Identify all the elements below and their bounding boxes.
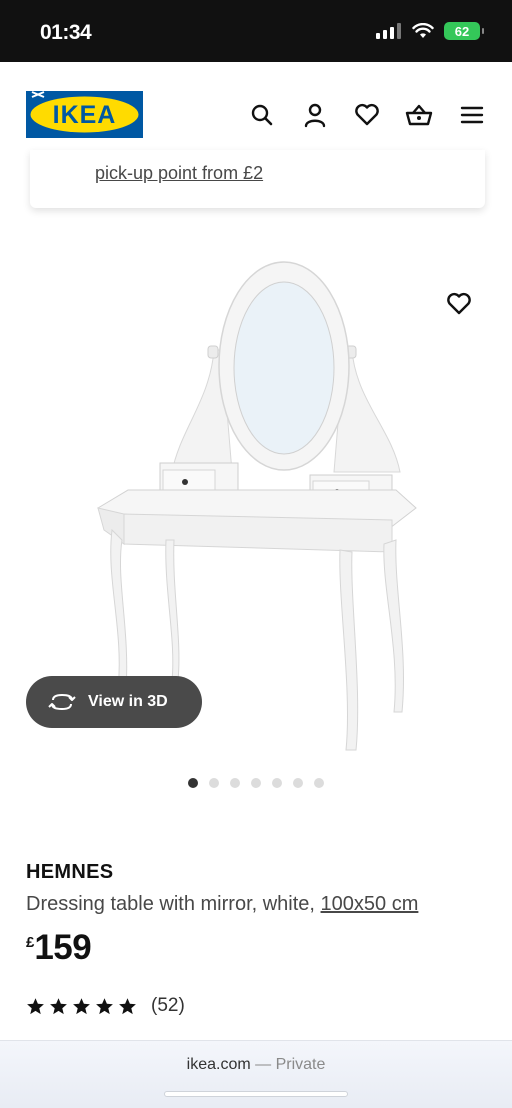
browser-address-bar[interactable]: ikea.com — Private (0, 1040, 512, 1108)
price-currency: £ (26, 934, 35, 951)
pagination-dot[interactable] (293, 778, 303, 788)
view-in-3d-button[interactable]: View in 3D (26, 676, 202, 728)
price-value: 159 (34, 928, 92, 967)
star-icon (50, 997, 67, 1014)
browser-separator: — (250, 1056, 276, 1073)
signal-icon (376, 23, 401, 39)
search-icon[interactable] (245, 98, 279, 132)
rating-stars (26, 997, 137, 1016)
status-icons: 62 (376, 22, 484, 40)
browser-private-label: Private (275, 1056, 326, 1073)
product-description-text: Dressing table with mirror, white, (26, 893, 321, 915)
pagination-dot[interactable] (272, 778, 282, 788)
pagination-dot[interactable] (209, 778, 219, 788)
menu-icon[interactable] (455, 98, 489, 132)
star-icon (96, 997, 113, 1014)
favourite-heart-icon[interactable] (442, 287, 476, 321)
pickup-point-link[interactable]: pick-up point from £2 (95, 163, 263, 184)
product-size-link[interactable]: 100x50 cm (321, 893, 419, 915)
pagination-dot[interactable] (314, 778, 324, 788)
pagination-dot[interactable] (188, 778, 198, 788)
browser-domain: ikea.com (186, 1056, 251, 1073)
product-price: £ 159 (26, 928, 92, 968)
product-name: HEMNES (26, 861, 114, 883)
star-icon (27, 997, 44, 1014)
view-in-3d-label: View in 3D (88, 693, 168, 710)
battery-icon: 62 (444, 22, 484, 40)
home-indicator[interactable] (164, 1091, 348, 1097)
product-rating[interactable]: (52) (26, 995, 185, 1017)
star-icon (119, 997, 136, 1014)
status-time: 01:34 (40, 21, 92, 44)
star-icon (73, 997, 90, 1014)
wifi-icon (412, 23, 434, 38)
browser-url: ikea.com — Private (0, 1056, 512, 1074)
pagination-dot[interactable] (230, 778, 240, 788)
status-bar: 01:34 62 (0, 0, 512, 62)
heart-icon[interactable] (350, 98, 384, 132)
pagination-dot[interactable] (251, 778, 261, 788)
delivery-notice-card: pick-up point from £2 (30, 150, 485, 208)
battery-level: 62 (454, 23, 470, 39)
ikea-logo[interactable]: IKEA (26, 91, 143, 138)
rotate-3d-icon (48, 693, 76, 711)
product-description: Dressing table with mirror, white, 100x5… (26, 893, 418, 916)
image-pagination (0, 778, 512, 788)
basket-icon[interactable] (402, 98, 436, 132)
review-count: (52) (151, 995, 185, 1016)
svg-text:IKEA: IKEA (53, 101, 117, 129)
account-icon[interactable] (298, 98, 332, 132)
